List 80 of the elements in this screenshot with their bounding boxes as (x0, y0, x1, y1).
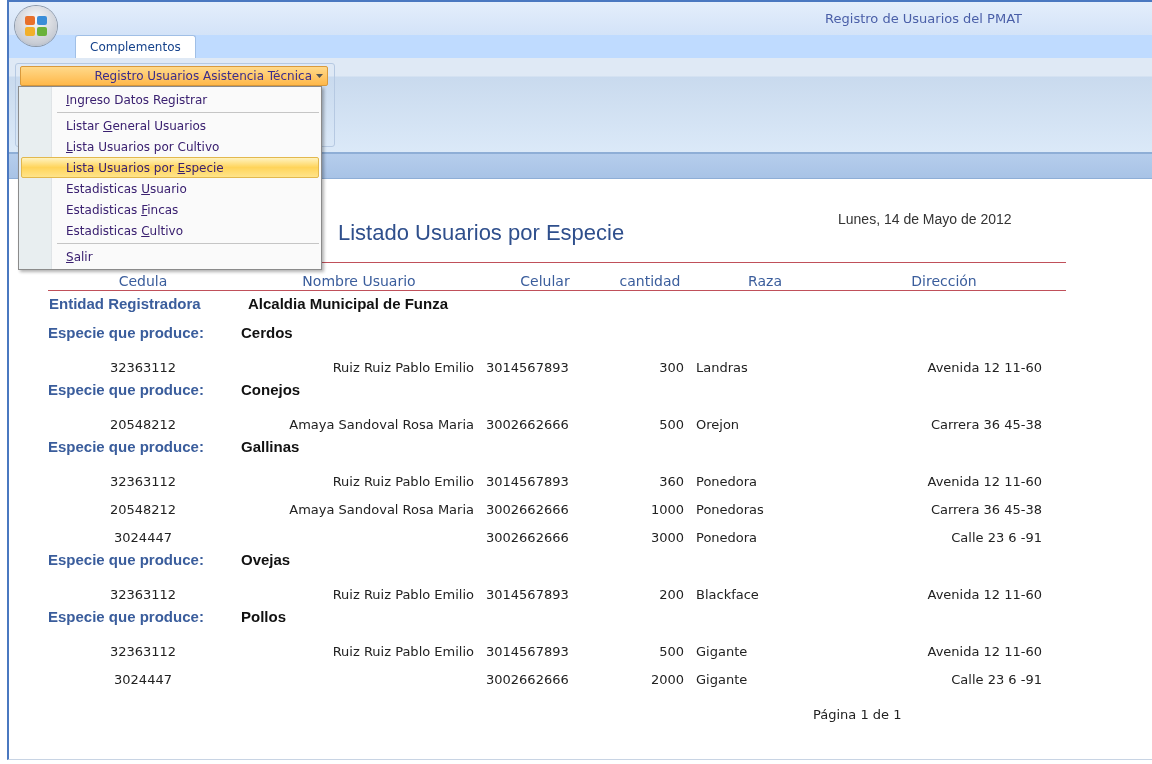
ribbon-tab[interactable]: Complementos (75, 35, 196, 58)
table-cell-text: 500 (658, 643, 685, 659)
table-cell-text: 20548212 (108, 501, 178, 517)
group-label: Especie que produce: (48, 438, 205, 455)
page-number: Página 1 de 1 (813, 707, 903, 722)
table-cell-text: 300 (658, 359, 685, 375)
table-cell-text: Ponedoras (695, 501, 765, 517)
table-cell-text: 3002662666 (485, 416, 570, 432)
table-cell-text: 3014567893 (485, 643, 570, 659)
table-cell-text: Avenida 12 11-60 (926, 586, 1043, 602)
table-cell-text: 3014567893 (485, 359, 570, 375)
table-cell-text: Ruiz Ruiz Pablo Emilio (331, 643, 475, 659)
table-cell-text: Blackface (695, 586, 760, 602)
table-cell-text: 3014567893 (485, 586, 570, 602)
menu-item[interactable]: Lista Usuarios por Cultivo (21, 136, 319, 157)
table-cell-text: Amaya Sandoval Rosa Maria (288, 501, 475, 517)
group-label: Especie que produce: (48, 551, 205, 568)
table-cell-text: 32363112 (108, 586, 178, 602)
table-cell-text: Ruiz Ruiz Pablo Emilio (331, 359, 475, 375)
menu-item[interactable]: Estadisticas Fincas (21, 199, 319, 220)
column-header: Raza (747, 274, 783, 289)
table-cell-text: 32363112 (108, 359, 178, 375)
menu-item[interactable]: Listar General Usuarios (21, 115, 319, 136)
table-cell-text: 3024447 (113, 671, 173, 687)
logo-icon (23, 14, 49, 38)
menu-item[interactable]: Estadisticas Cultivo (21, 220, 319, 241)
group-value: Gallinas (241, 438, 300, 455)
table-cell-text: Amaya Sandoval Rosa Maria (288, 416, 475, 432)
entity-value: Alcaldia Municipal de Funza (248, 295, 449, 312)
group-value: Cerdos (241, 324, 293, 341)
dropdown-button[interactable]: Registro Usuarios Asistencia Técnica (20, 66, 328, 86)
menu-item[interactable]: Estadisticas Usuario (21, 178, 319, 199)
table-cell-text: 1000 (649, 501, 685, 517)
table-cell-text: 500 (658, 416, 685, 432)
table-cell-text: Avenida 12 11-60 (926, 359, 1043, 375)
menu-item[interactable]: Ingreso Datos Registrar (21, 89, 319, 110)
menu-item[interactable]: Salir (21, 246, 319, 267)
table-cell-text: Carrera 36 45-38 (929, 501, 1043, 517)
group-label: Especie que produce: (48, 608, 205, 625)
table-cell-text: Ruiz Ruiz Pablo Emilio (331, 473, 475, 489)
entity-label: Entidad Registradora (48, 295, 202, 312)
table-cell-text: 32363112 (108, 473, 178, 489)
table-cell-text: 20548212 (108, 416, 178, 432)
table-cell-text: Carrera 36 45-38 (929, 416, 1043, 432)
table-cell-text: 3002662666 (485, 501, 570, 517)
table-cell-text: 2000 (649, 671, 685, 687)
table-cell-text: Ponedora (695, 529, 759, 545)
table-cell-text: 3024447 (113, 529, 173, 545)
table-cell-text: Avenida 12 11-60 (926, 473, 1043, 489)
column-header: Dirección (910, 274, 978, 289)
table-cell-text: 200 (658, 586, 685, 602)
table-cell-text: Calle 23 6 -91 (950, 671, 1043, 687)
table-cell-text: Ruiz Ruiz Pablo Emilio (331, 586, 475, 602)
column-header: cantidad (618, 274, 682, 289)
table-cell-text: Calle 23 6 -91 (950, 529, 1043, 545)
column-header: Nombre Usuario (301, 274, 417, 289)
table-cell-text: 360 (658, 473, 685, 489)
table-cell-text: 3000 (649, 529, 685, 545)
group-label: Especie que produce: (48, 381, 205, 398)
table-cell-text: Landras (695, 359, 749, 375)
report-title: Listado Usuarios por Especie (338, 220, 625, 246)
column-header: Celular (519, 274, 571, 289)
report-date: Lunes, 14 de Mayo de 2012 (838, 211, 1012, 227)
table-cell-text: Gigante (695, 671, 749, 687)
table-cell-text: 3002662666 (485, 529, 570, 545)
caret-icon (316, 74, 323, 78)
menu-item[interactable]: Lista Usuarios por Especie (21, 157, 319, 178)
table-cell-text: Gigante (695, 643, 749, 659)
table-cell-text: 3014567893 (485, 473, 570, 489)
group-value: Pollos (241, 608, 286, 625)
window-title: Registro de Usuarios del PMAT (825, 11, 1022, 26)
table-cell-text: Orejon (695, 416, 741, 432)
table-cell-text: 32363112 (108, 643, 178, 659)
table-cell-text: 3002662666 (485, 671, 570, 687)
column-header: Cedula (117, 274, 169, 289)
table-cell-text: Ponedora (695, 473, 759, 489)
table-cell-text: Avenida 12 11-60 (926, 643, 1043, 659)
group-value: Ovejas (241, 551, 291, 568)
group-value: Conejos (241, 381, 301, 398)
group-label: Especie que produce: (48, 324, 205, 341)
